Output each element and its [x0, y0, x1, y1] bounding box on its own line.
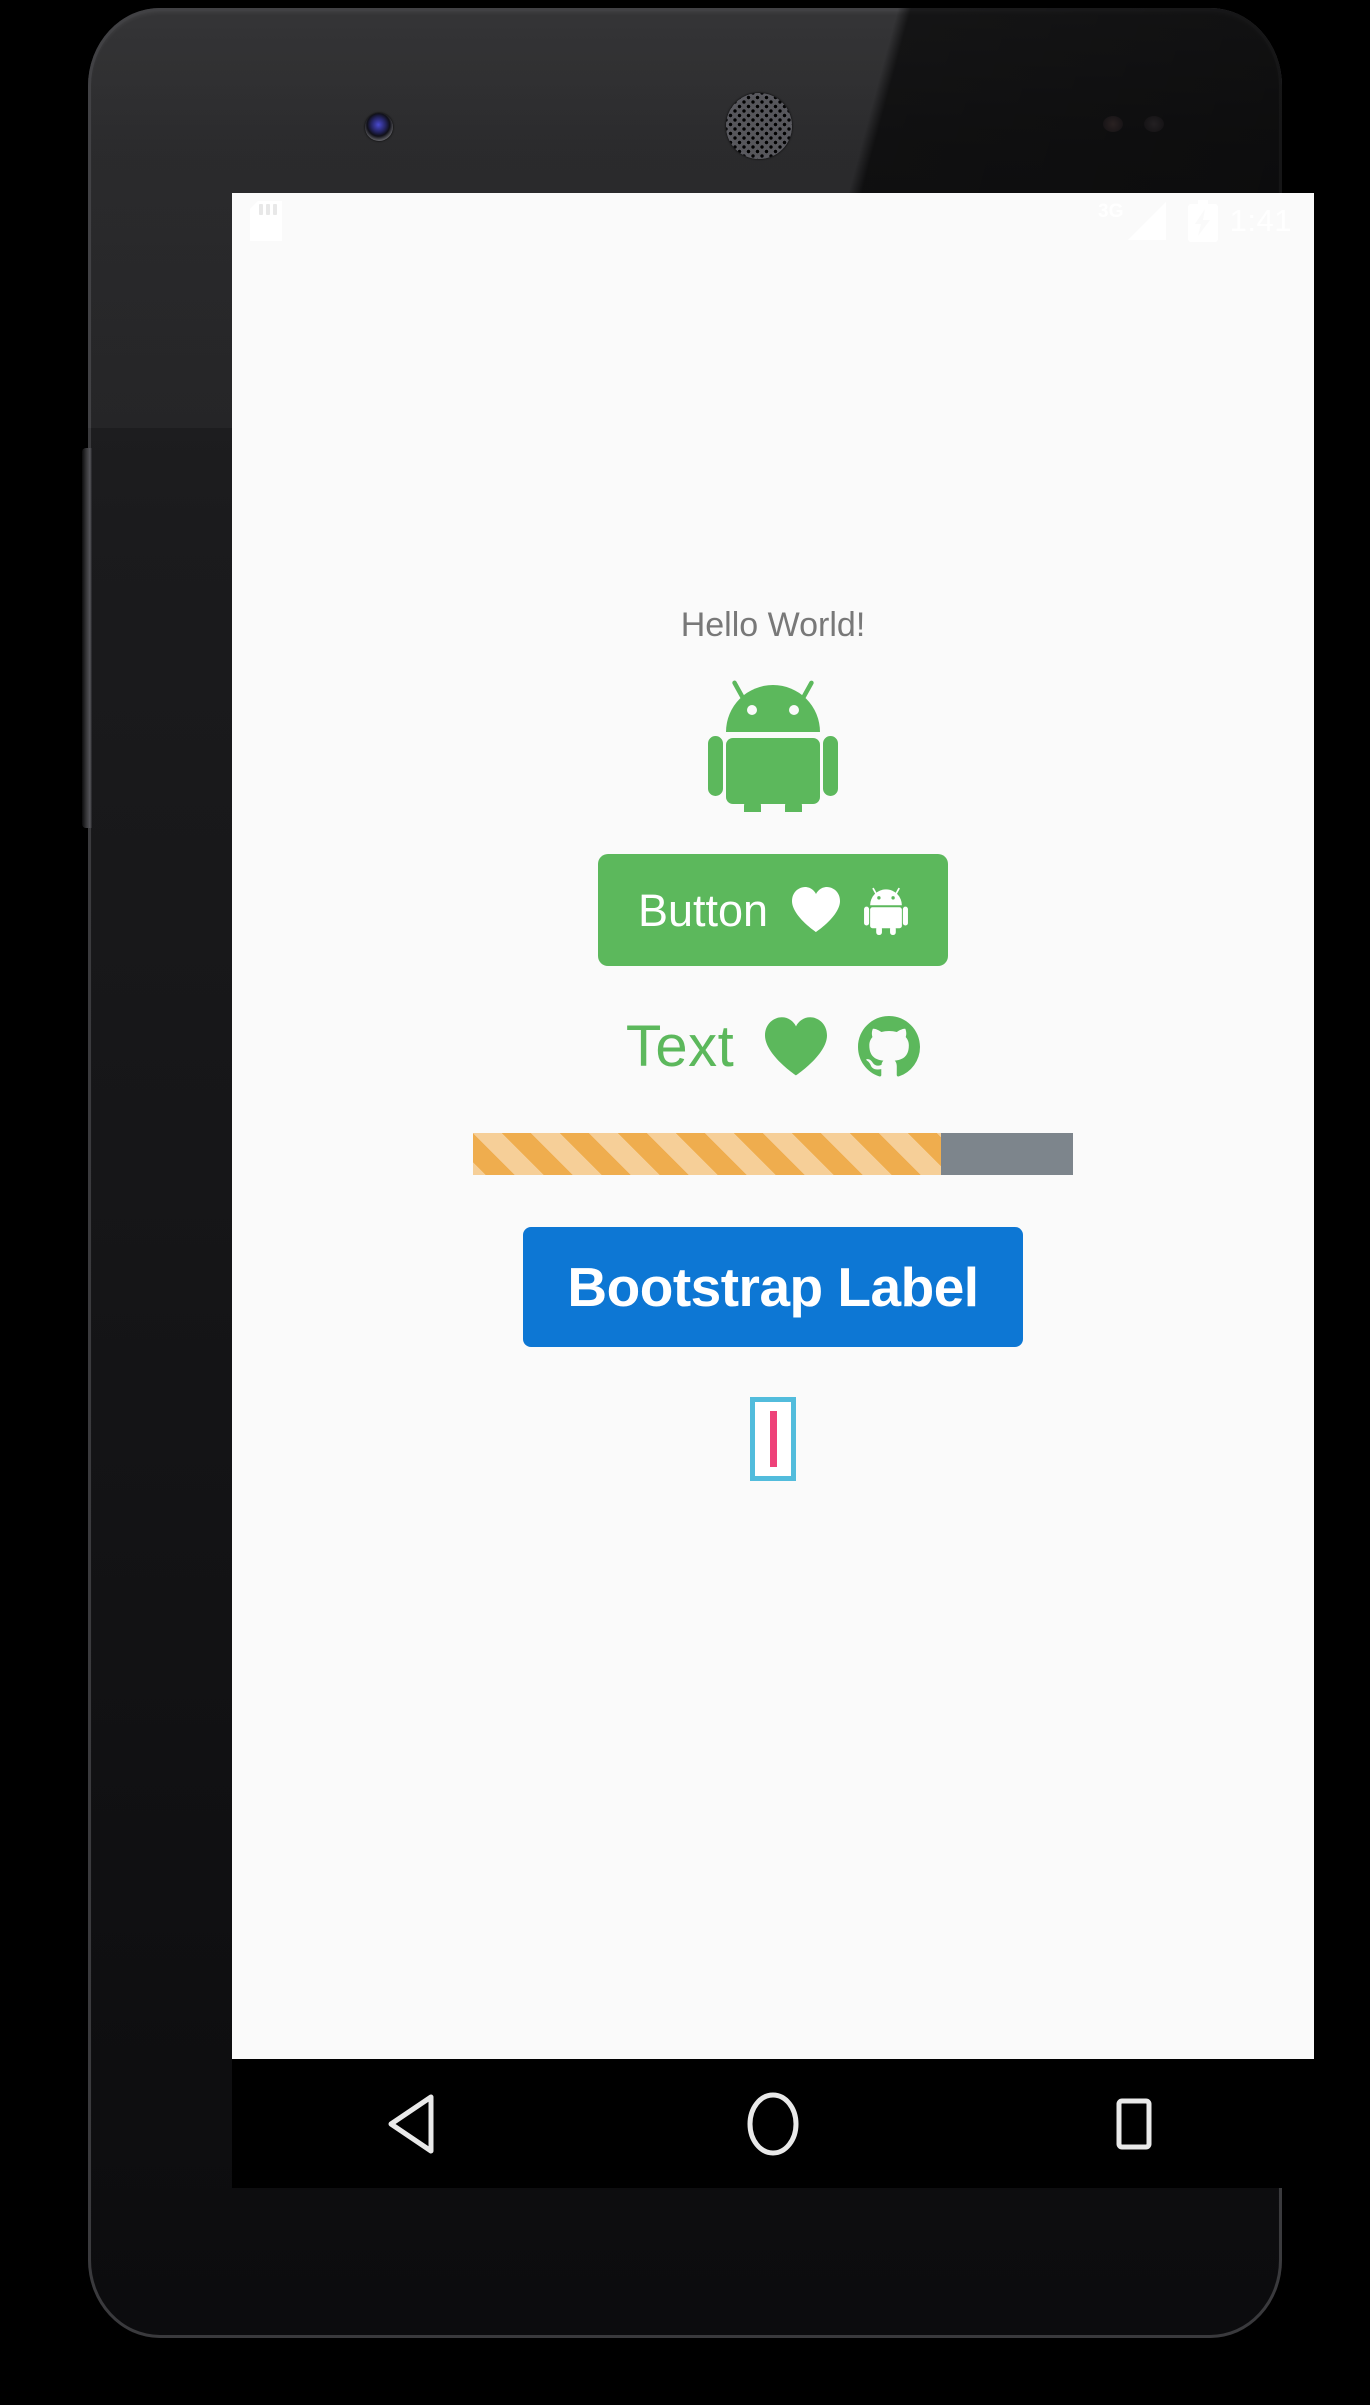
- proximity-sensor-icon: [1103, 116, 1123, 132]
- status-bar-right-icons: 3G 1:41: [1098, 199, 1296, 242]
- text-caret: [769, 1411, 777, 1467]
- home-circle-icon: [747, 2092, 799, 2155]
- hello-world-label: Hello World!: [680, 606, 866, 644]
- heart-icon: [792, 887, 841, 932]
- signal-bars-icon: 3G: [1098, 201, 1166, 240]
- heart-icon: [765, 1017, 828, 1076]
- nav-home-button[interactable]: [698, 2059, 848, 2188]
- status-bar: 3G 1:41: [232, 193, 1314, 248]
- android-navigation-bar: [232, 2059, 1314, 2188]
- sim-card-icon: [250, 200, 282, 241]
- volume-rocker-button[interactable]: [82, 448, 92, 828]
- svg-text:3G: 3G: [1098, 201, 1123, 222]
- front-camera-icon: [365, 113, 393, 141]
- speaker-mesh: [726, 93, 792, 159]
- back-triangle-icon: [388, 2094, 434, 2153]
- phone-screen: 3G 1:41 Hello World! Button Text Bootstr…: [232, 193, 1314, 2188]
- android-icon: [864, 887, 909, 935]
- bootstrap-text-row: Text: [625, 1014, 921, 1079]
- light-sensor-icon: [1144, 116, 1164, 132]
- recents-square-icon: [1116, 2098, 1152, 2149]
- status-bar-clock: 1:41: [1229, 203, 1292, 238]
- bootstrap-blue-label-text: Bootstrap Label: [567, 1255, 979, 1318]
- bootstrap-text-label: Text: [625, 1014, 735, 1079]
- bootstrap-button[interactable]: Button: [597, 854, 949, 966]
- bootstrap-edit-text-field[interactable]: [750, 1397, 796, 1481]
- nav-recents-button[interactable]: [1059, 2059, 1209, 2188]
- app-content-area: Hello World! Button Text Bootstrap Label: [232, 248, 1314, 1979]
- bootstrap-progress-bar: [473, 1133, 1073, 1175]
- battery-charging-icon: [1187, 199, 1218, 242]
- earpiece-speaker-icon: [726, 93, 792, 159]
- nav-back-button[interactable]: [337, 2059, 487, 2188]
- android-robot-icon: [708, 680, 838, 812]
- bootstrap-blue-label[interactable]: Bootstrap Label: [523, 1227, 1023, 1347]
- status-bar-left-icons: [250, 200, 282, 241]
- bootstrap-progress-fill: [473, 1133, 941, 1175]
- phone-device-frame: 3G 1:41 Hello World! Button Text Bootstr…: [82, 8, 1314, 2338]
- github-icon: [858, 1016, 921, 1077]
- bootstrap-button-label: Button: [637, 884, 769, 936]
